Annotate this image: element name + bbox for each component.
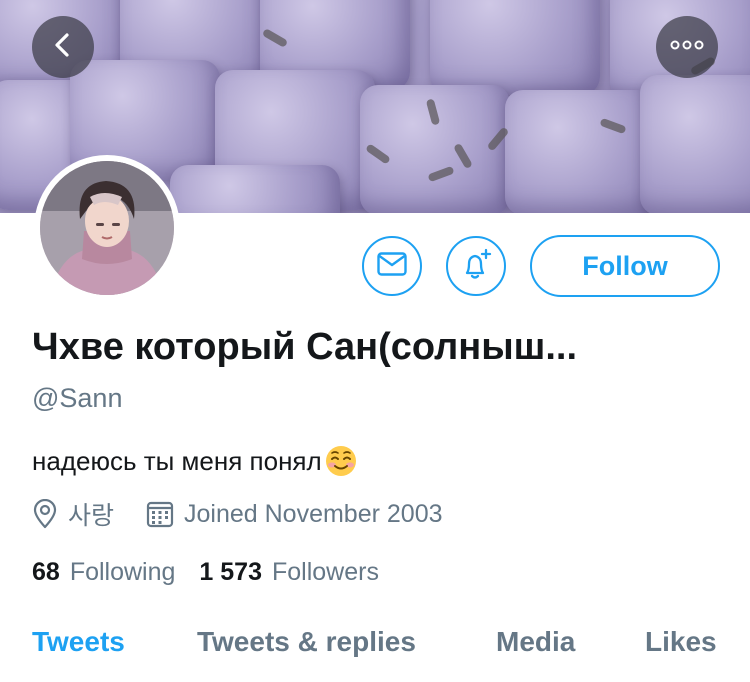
tab-tweets-and-replies[interactable]: Tweets & replies (197, 626, 416, 658)
followers-label: Followers (271, 558, 379, 586)
notifications-button[interactable] (446, 236, 506, 296)
avatar-photo (40, 161, 174, 295)
tab-media[interactable]: Media (496, 626, 575, 658)
tab-tweets[interactable]: Tweets (32, 626, 125, 658)
profile-tabs: Tweets Tweets & replies Media Likes (0, 626, 750, 668)
location: 사랑 (32, 497, 114, 531)
join-date-text: Joined November 2003 (184, 499, 443, 528)
back-button[interactable] (32, 16, 94, 78)
follow-button[interactable]: Follow (530, 235, 720, 297)
more-horizontal-icon (669, 38, 705, 56)
followers-link[interactable]: 1 573 Followers (199, 558, 379, 587)
profile-stats: 68 Following 1 573 Followers (32, 558, 379, 587)
bio: надеюсь ты меня понял (32, 444, 358, 478)
bio-text: надеюсь ты меня понял (32, 445, 322, 476)
location-pin-icon (32, 499, 58, 529)
chevron-left-icon (50, 32, 76, 63)
avatar[interactable] (34, 155, 180, 301)
location-text: 사랑 (68, 502, 115, 530)
follow-label: Follow (582, 250, 668, 281)
following-link[interactable]: 68 Following (32, 558, 175, 587)
join-date: Joined November 2003 (146, 497, 443, 531)
envelope-icon (377, 251, 407, 281)
username-handle: @Sann (32, 383, 123, 413)
calendar-icon (146, 500, 174, 528)
more-options-button[interactable] (656, 16, 718, 78)
followers-count: 1 573 (199, 558, 262, 586)
tab-likes[interactable]: Likes (645, 626, 717, 658)
following-count: 68 (32, 558, 60, 586)
message-button[interactable] (362, 236, 422, 296)
bell-plus-icon (459, 247, 493, 286)
following-label: Following (69, 558, 176, 586)
smiling-face-icon (324, 444, 358, 478)
display-name: Чхве который Сан(солныш... (32, 326, 578, 368)
